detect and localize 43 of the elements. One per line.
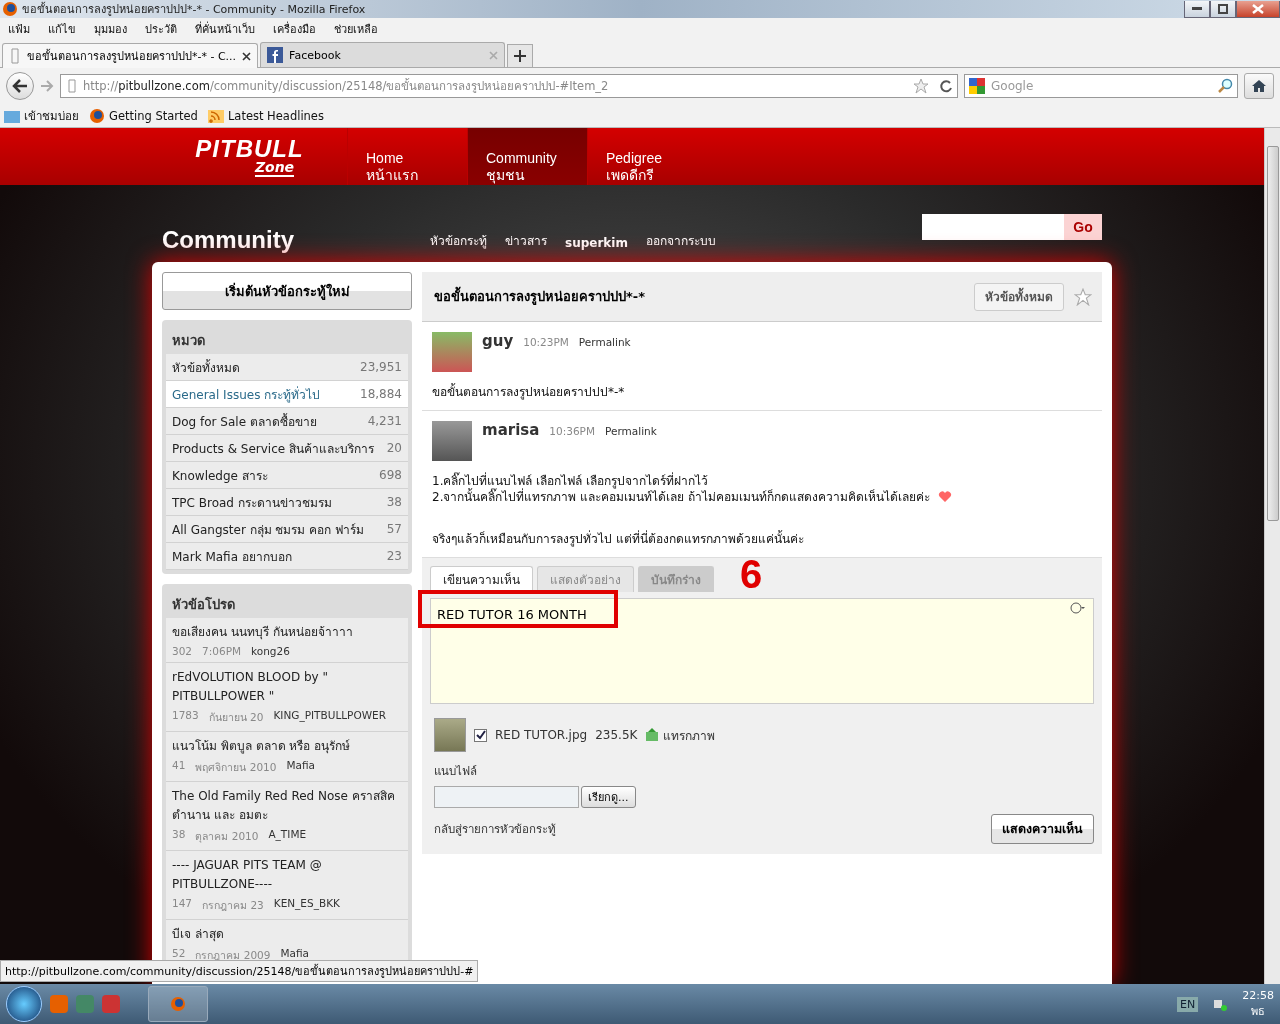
- topic-date: พฤศจิกายน 2010: [195, 760, 277, 775]
- topic-date: ตุลาคม 2010: [195, 829, 259, 845]
- page-heading: Community: [162, 226, 295, 254]
- topic-date: กรกฎาคม 2009: [195, 948, 271, 963]
- panel-title: หมวด: [171, 332, 206, 350]
- file-size: 235.5K: [595, 728, 638, 742]
- thread-title: ขอขั้นตอนการลงรูปหน่อยคราปปป*-*: [434, 286, 964, 307]
- post-text: 1.คลิ๊กไปที่แนบไฟล์ เลือกไฟล์ เลือกรูปจากไดร์ที่ฝากไว้: [432, 473, 709, 489]
- topic-title: แนวโน้ม พิตบูล ตลาด หรือ อนุรักษ์: [172, 738, 352, 756]
- post-time: 10:23PM: [523, 336, 569, 348]
- post-time: 10:36PM: [549, 425, 595, 437]
- post-text: จริงๆแล้วก็เหมือนกับการลงรูปทั่วไป แต่ที่นี่ต้องกดแทรกภาพด้วยแค่นั้นค่ะ: [432, 531, 804, 547]
- topic-author: kong26: [251, 645, 290, 657]
- reply-count: 1783: [172, 709, 199, 723]
- topic-author: Mafia: [286, 759, 315, 773]
- reply-count: 52: [172, 947, 186, 961]
- topic-title: rEdVOLUTION BLOOD by " PITBULLPOWER ": [172, 669, 330, 705]
- status-tooltip: http://pitbullzone.com/community/discussion/25148/ขอขั้นตอนการลงรูปหน่อยคราปปป-#: [0, 960, 479, 982]
- window-title: ขอขั้นตอนการลงรูปหน่อยคราปปป*-* - Community - Mozilla Firefox: [22, 1, 367, 18]
- topic-author: KEN_ES_BKK: [273, 897, 340, 912]
- topic-title: The Old Family Red Red Nose คราสสิค ตำนาน และ อมตะ: [172, 788, 396, 824]
- reply-count: 302: [172, 645, 193, 657]
- post-text: 2.จากนั้นคลิ๊กไปที่แทรกภาพ และคอมเมนท์ได้เลย ถ้าไม่คอมเมนท์ก็กดแสดงความคิดเห็นได้เลยค่ะ: [432, 489, 931, 505]
- topic-title: ---- JAGUAR PITS TEAM @ PITBULLZONE----: [172, 857, 323, 893]
- reply-count: 38: [172, 828, 186, 842]
- topic-date: กันยายน 20: [208, 710, 264, 725]
- topic-title: ขอเสียงคน นนทบุรี กันหน่อยจ้าาาา: [172, 624, 354, 642]
- attach-label: แนบไฟล์: [433, 763, 478, 780]
- panel-title: หัวข้อโปรด: [171, 596, 236, 614]
- post-text: ขอขั้นตอนการลงรูปหน่อยคราปปป*-*: [432, 384, 625, 400]
- topic-title: บีเจ ล่าสุด: [172, 926, 225, 944]
- topic-date: 7:06PM: [202, 645, 242, 657]
- reply-count: 147: [172, 897, 193, 911]
- file-name: RED TUTOR.jpg: [495, 728, 588, 742]
- annotation-number: 6: [740, 552, 763, 597]
- topic-author: A_TIME: [268, 828, 307, 843]
- topic-author: KING_PITBULLPOWER: [273, 709, 386, 724]
- tab-label: Facebook: [289, 48, 342, 62]
- reply-count: 41: [172, 759, 186, 773]
- tab-label: ขอขั้นตอนการลงรูปหน่อยคราปปป*-* - C...: [27, 48, 237, 65]
- topic-date: กรกฎาคม 23: [202, 898, 264, 913]
- topic-author: Mafia: [280, 947, 309, 961]
- url-text: http://pitbullzone.com/community/discussion/25148/ขอขั้นตอนการลงรูปหน่อยคราปปป-#Item_2: [83, 77, 610, 95]
